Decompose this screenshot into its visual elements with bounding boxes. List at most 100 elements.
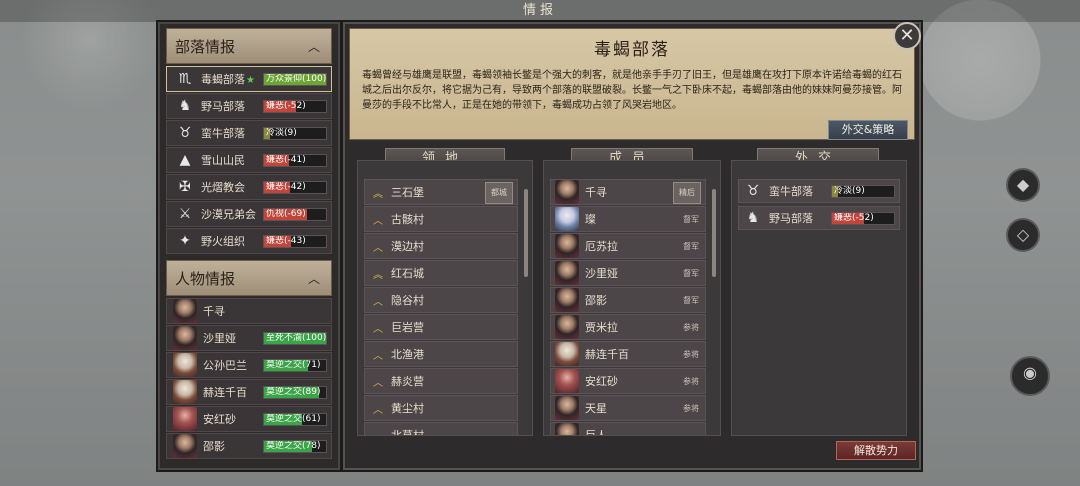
portrait-avatar [555,207,579,231]
relation-bar: 嫌恶(-52) [263,99,327,113]
territory-item[interactable]: ︿ 漠边村 [364,233,518,259]
portrait-avatar [555,288,579,312]
close-icon[interactable]: ✕ [893,22,921,50]
member-item[interactable]: 邵影 督军 [550,287,706,313]
person-item[interactable]: 安红砂 莫逆之交(61) [166,406,332,432]
chevron-up-icon[interactable]: ︿ [305,37,323,55]
tribe-section-title: 部落情报 [175,37,236,56]
map-button-icon[interactable]: ◇ [1006,218,1040,252]
diplomacy-strategy-button[interactable]: 外交&策略 [828,120,908,140]
territory-item[interactable]: ︿ 巨岩营 [364,314,518,340]
member-item[interactable]: 厄苏拉 督军 [550,233,706,259]
people-section-header[interactable]: 人物情报 ︿ [166,260,332,296]
member-name: 天星 [585,402,607,415]
person-item[interactable]: 邵影 莫逆之交(78) [166,433,332,459]
member-item[interactable]: 赫连千百 参将 [550,341,706,367]
member-name: 贾米拉 [585,321,618,334]
faction-panel: 毒蝎部落 毒蝎曾经与雄鹰是联盟，毒蝎领袖长鳖是个强大的刺客，就是他亲手手刃了旧王… [343,22,921,470]
relation-label: 莫逆之交(78) [266,440,321,451]
territory-item[interactable]: ︿ 隐谷村 [364,287,518,313]
member-item[interactable]: 沙里娅 督军 [550,260,706,286]
member-item[interactable]: 安红砂 参将 [550,368,706,394]
disband-button[interactable]: 解散势力 [836,441,916,460]
person-name: 公孙巴兰 [203,359,247,372]
relation-label: 万众景仰(100) [266,73,327,84]
person-item[interactable]: 千寻 [166,298,332,324]
tribe-item[interactable]: ✦ 野火组织 嫌恶(-43) [166,228,332,254]
tribe-list: ♏ 毒蝎部落★ 万众景仰(100) ♞ 野马部落 嫌恶(-52) ♉ 蛮牛部落 冷淡(9) ▲ 雪山… [160,66,338,254]
diplomacy-name: 野马部落 [769,212,813,225]
tribe-item[interactable]: ⚔ 沙漠兄弟会 仇视(-69) [166,201,332,227]
portrait-avatar [555,315,579,339]
relation-bar: 万众景仰(100) [263,72,327,86]
tribe-section-header[interactable]: 部落情报 ︿ [166,28,332,64]
member-name: 厄苏拉 [585,240,618,253]
person-item[interactable]: 赫连千百 莫逆之交(89) [166,379,332,405]
chevron-up-icon: ︿ [373,350,383,362]
member-rank: 参将 [683,322,699,332]
territory-item[interactable]: ︿ 北草村 [364,422,518,435]
member-item[interactable]: 璨 督军 [550,206,706,232]
tribe-name: 毒蝎部落★ [201,71,263,87]
tribe-name-text: 毒蝎部落 [201,73,245,86]
territory-item[interactable]: ︿ 古骸村 [364,206,518,232]
member-name: 邵影 [585,294,607,307]
tribe-name: 光熠教会 [201,179,263,195]
member-rank: 参将 [683,349,699,359]
diplomacy-list: ♉ 蛮牛部落 冷淡(9) ♞ 野马部落 嫌恶(-52) [738,179,900,435]
territory-item[interactable]: ︿ 北渔港 [364,341,518,367]
territory-item[interactable]: ︽ 红石城 [364,260,518,286]
member-item[interactable]: 天星 参将 [550,395,706,421]
person-item[interactable]: 公孙巴兰 莫逆之交(71) [166,352,332,378]
member-name: 安红砂 [585,375,618,388]
chevron-up-icon: ︿ [373,215,383,227]
member-item[interactable]: 千寻 精后 [550,179,706,205]
relation-label: 仇视(-69) [266,208,306,219]
diplomacy-item[interactable]: ♞ 野马部落 嫌恶(-52) [738,206,900,230]
territory-name: 赫炎营 [391,375,424,388]
tribe-item[interactable]: ♉ 蛮牛部落 冷淡(9) [166,120,332,146]
person-item[interactable]: 沙里娅 至死不渝(100) [166,325,332,351]
territory-name: 古骸村 [391,213,424,226]
diplomacy-item[interactable]: ♉ 蛮牛部落 冷淡(9) [738,179,900,203]
member-rank: 精后 [673,182,701,204]
tribe-name: 雪山山民 [201,152,263,168]
people-list: 千寻 沙里娅 至死不渝(100) 公孙巴兰 莫逆之交(71) 赫连千百 莫逆之交(89) 安红… [160,298,338,459]
territory-item[interactable]: ︿ 黄尘村 [364,395,518,421]
chevron-up-icon[interactable]: ︿ [305,269,323,287]
bull-icon: ♉ [746,183,760,199]
member-item[interactable]: 贾米拉 参将 [550,314,706,340]
chevron-up-icon: ︿ [373,404,383,416]
relation-label: 冷淡(9) [834,185,865,196]
tribe-item[interactable]: ♏ 毒蝎部落★ 万众景仰(100) [166,66,332,92]
swords-icon: ⚔ [178,206,192,222]
territory-item[interactable]: ︽ 三石堡 都城 [364,179,518,205]
tribe-item[interactable]: ✠ 光熠教会 嫌恶(-42) [166,174,332,200]
portrait-avatar [173,299,197,323]
tribe-item[interactable]: ▲ 雪山山民 嫌恶(-41) [166,147,332,173]
member-list: 千寻 精后璨督军 厄苏拉 督军 沙里娅 督军 邵影 督军 贾米拉 参将 赫连千百 参将 安红砂 参将 天星参… [550,179,706,435]
members-column: 千寻 精后璨督军 厄苏拉 督军 沙里娅 督军 邵影 督军 贾米拉 参将 赫连千百 参将 安红砂 参将 天星参… [543,160,721,436]
member-rank: 参将 [683,376,699,386]
relation-label: 嫌恶(-41) [266,154,306,165]
member-name: 赫连千百 [585,348,629,361]
territory-name: 北草村 [391,427,424,435]
portrait-avatar [555,423,579,435]
map-button-icon[interactable]: ◉ [1010,356,1050,396]
members-scrollbar[interactable] [712,189,716,277]
portrait-avatar [555,180,579,204]
territory-scrollbar[interactable] [524,189,528,277]
horse-icon: ♞ [746,210,760,226]
capital-badge: 都城 [485,182,513,204]
territory-name: 黄尘村 [391,402,424,415]
member-rank: 督军 [683,295,699,305]
territory-name: 隐谷村 [391,294,424,307]
territory-item[interactable]: ︿ 赫炎营 [364,368,518,394]
member-item[interactable]: 巨人 [550,422,706,435]
chevron-up-icon: ︿ [373,242,383,254]
tribe-name: 野火组织 [201,233,263,249]
faction-story: 毒蝎部落 毒蝎曾经与雄鹰是联盟，毒蝎领袖长鳖是个强大的刺客，就是他亲手手刃了旧王… [349,28,915,140]
member-name: 沙里娅 [585,267,618,280]
tribe-item[interactable]: ♞ 野马部落 嫌恶(-52) [166,93,332,119]
map-button-icon[interactable]: ◆ [1006,168,1040,202]
